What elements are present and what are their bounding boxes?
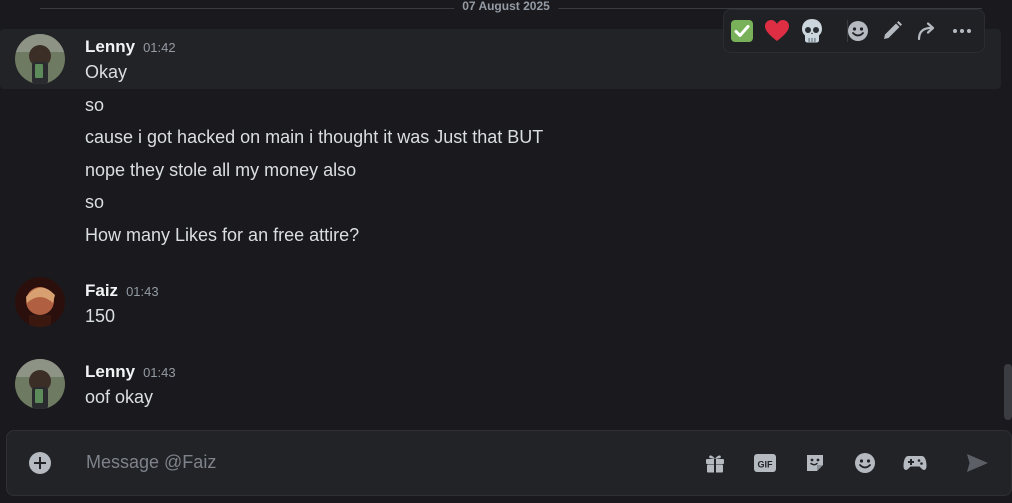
gift-icon[interactable] xyxy=(701,449,729,477)
check-mark-emoji-icon[interactable] xyxy=(728,17,756,45)
message-text: so xyxy=(85,192,105,212)
author-name[interactable]: Lenny xyxy=(85,37,135,56)
add-reaction-icon[interactable] xyxy=(844,17,872,45)
plus-icon[interactable] xyxy=(26,449,54,477)
message-text: nope they stole all my money also xyxy=(85,160,357,180)
message-text: so xyxy=(85,95,105,115)
timestamp: 01:42 xyxy=(143,40,176,55)
apps-icon[interactable] xyxy=(901,449,929,477)
message-composer: Message @Faiz GIF xyxy=(6,430,1012,496)
avatar[interactable] xyxy=(15,359,65,409)
message-text: How many Likes for an free attire? xyxy=(85,225,360,245)
forward-icon[interactable] xyxy=(913,17,941,45)
message-text: 150 xyxy=(85,306,116,326)
date-divider-text: 07 August 2025 xyxy=(454,0,558,13)
edit-icon[interactable] xyxy=(878,17,906,45)
send-icon[interactable] xyxy=(963,449,991,477)
author-name[interactable]: Lenny xyxy=(85,362,135,381)
message-text: oof okay xyxy=(85,387,154,407)
message-header: Lenny 01:43 xyxy=(85,362,176,382)
message-text: cause i got hacked on main i thought it … xyxy=(85,127,544,147)
more-icon[interactable] xyxy=(948,17,976,45)
message-header: Lenny 01:42 xyxy=(85,37,176,57)
scrollbar-thumb[interactable] xyxy=(1004,364,1012,420)
message-text: Okay xyxy=(85,62,128,82)
message-input[interactable]: Message @Faiz xyxy=(86,452,216,473)
message-actions-toolbar xyxy=(723,9,985,53)
sticker-icon[interactable] xyxy=(801,449,829,477)
author-name[interactable]: Faiz xyxy=(85,281,118,300)
red-heart-emoji-icon[interactable] xyxy=(763,17,791,45)
avatar[interactable] xyxy=(15,277,65,327)
timestamp: 01:43 xyxy=(126,284,159,299)
emoji-icon[interactable] xyxy=(851,449,879,477)
skull-emoji-icon[interactable] xyxy=(798,17,826,45)
avatar[interactable] xyxy=(15,34,65,84)
gif-icon[interactable]: GIF xyxy=(751,449,779,477)
message-header: Faiz 01:43 xyxy=(85,281,159,301)
timestamp: 01:43 xyxy=(143,365,176,380)
gif-label: GIF xyxy=(758,460,774,470)
